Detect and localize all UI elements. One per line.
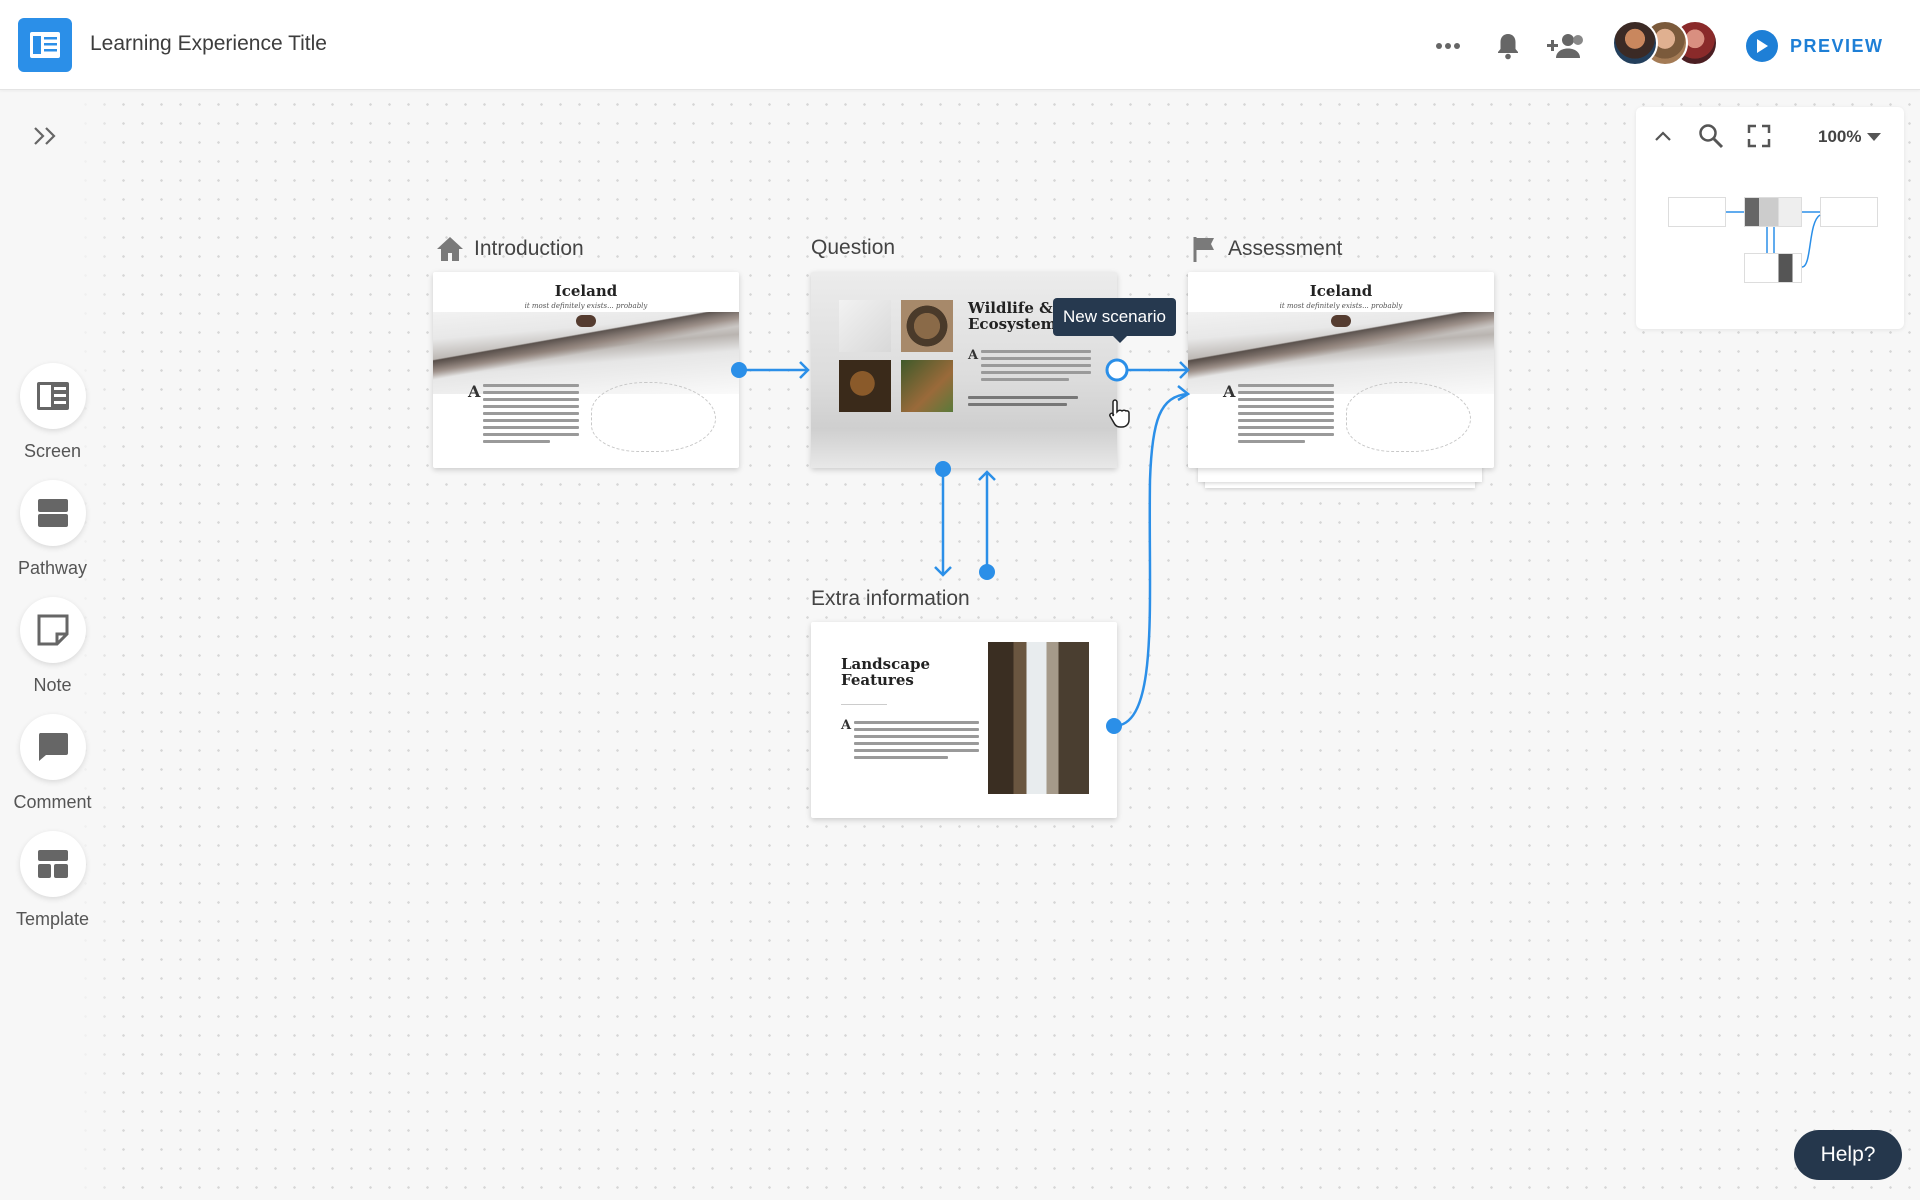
preview-label: PREVIEW: [1790, 35, 1884, 56]
deer-image: [901, 360, 953, 412]
tool-label: Comment: [13, 792, 92, 812]
node-title-assessment[interactable]: Assessment: [1192, 236, 1342, 262]
tool-screen[interactable]: Screen: [0, 363, 105, 462]
top-bar: Learning Experience Title PREVIEW: [0, 0, 1920, 90]
tool-label: Template: [15, 909, 90, 929]
flag-icon: [1193, 237, 1214, 262]
minimap-connectors: [1726, 211, 1821, 268]
home-icon: [437, 237, 463, 261]
avatar[interactable]: [1612, 20, 1658, 66]
help-button[interactable]: Help?: [1794, 1130, 1902, 1180]
screen-card-assessment[interactable]: Iceland it most definitely exists... pro…: [1188, 272, 1494, 468]
document-title[interactable]: Learning Experience Title: [90, 32, 327, 56]
tool-pathway[interactable]: Pathway: [0, 480, 105, 579]
template-icon: [19, 831, 86, 897]
screen-icon: [19, 363, 86, 429]
horse-image: [839, 360, 891, 412]
card-title-line: Wildlife &: [968, 299, 1053, 317]
expand-sidebar-icon[interactable]: [28, 118, 64, 154]
tool-label: Pathway: [17, 558, 88, 578]
card-title: Wildlife & Ecosystem: [968, 300, 1057, 332]
card-title: Iceland: [1309, 282, 1373, 300]
more-icon[interactable]: [1428, 26, 1468, 66]
node-label: Assessment: [1228, 237, 1343, 260]
screen-card-introduction[interactable]: Iceland it most definitely exists... pro…: [433, 272, 739, 468]
map-image: [591, 382, 716, 452]
waterfall-image: [988, 642, 1089, 794]
avatar-pair-icon: [576, 315, 596, 327]
card-subtitle: it most definitely exists... probably: [524, 302, 648, 310]
card-title: Landscape Features: [841, 656, 930, 688]
tool-template[interactable]: Template: [0, 831, 105, 930]
card-title-line: Features: [841, 671, 914, 689]
card-title: Iceland: [554, 282, 618, 300]
divider: [841, 704, 887, 705]
new-scenario-tooltip: New scenario: [1053, 298, 1176, 343]
body-text: [981, 350, 1091, 385]
node-label: Introduction: [474, 237, 584, 260]
tool-note[interactable]: Note: [0, 597, 105, 696]
bell-icon[interactable]: [1488, 26, 1528, 66]
node-title-question[interactable]: Question: [811, 236, 895, 260]
node-title-extra-information[interactable]: Extra information: [811, 587, 970, 611]
screen-card-extra-information[interactable]: Landscape Features A: [811, 622, 1117, 818]
drop-cap: A: [841, 718, 852, 733]
owl-image: [901, 300, 953, 352]
hand-cursor-icon: [1108, 398, 1132, 428]
drop-cap: A: [1223, 382, 1236, 401]
body-text: [1238, 384, 1334, 447]
arctic-fox-image: [839, 300, 891, 352]
note-icon: [19, 597, 86, 663]
drop-cap: A: [468, 382, 481, 401]
body-text: [483, 384, 579, 447]
body-text: [854, 721, 979, 763]
node-title-introduction[interactable]: Introduction: [436, 236, 584, 262]
drop-cap: A: [968, 348, 979, 363]
node-label: Extra information: [811, 587, 970, 610]
card-title-line: Ecosystem: [968, 315, 1057, 333]
preview-button[interactable]: PREVIEW: [1746, 26, 1884, 66]
avatar-pair-icon: [1331, 315, 1351, 327]
add-user-icon[interactable]: [1546, 26, 1586, 66]
app-logo-icon[interactable]: [18, 18, 72, 72]
tool-comment[interactable]: Comment: [0, 714, 105, 813]
body-text-italic: [968, 396, 1078, 410]
card-subtitle: it most definitely exists... probably: [1279, 302, 1403, 310]
tool-label: Screen: [23, 441, 82, 461]
minimap-panel: 100%: [1636, 107, 1904, 329]
tool-label: Note: [33, 675, 72, 695]
card-title-line: Landscape: [841, 655, 930, 673]
map-image: [1346, 382, 1471, 452]
pathway-icon: [19, 480, 86, 546]
comment-icon: [19, 714, 86, 780]
node-label: Question: [811, 236, 896, 259]
play-icon: [1746, 30, 1778, 62]
